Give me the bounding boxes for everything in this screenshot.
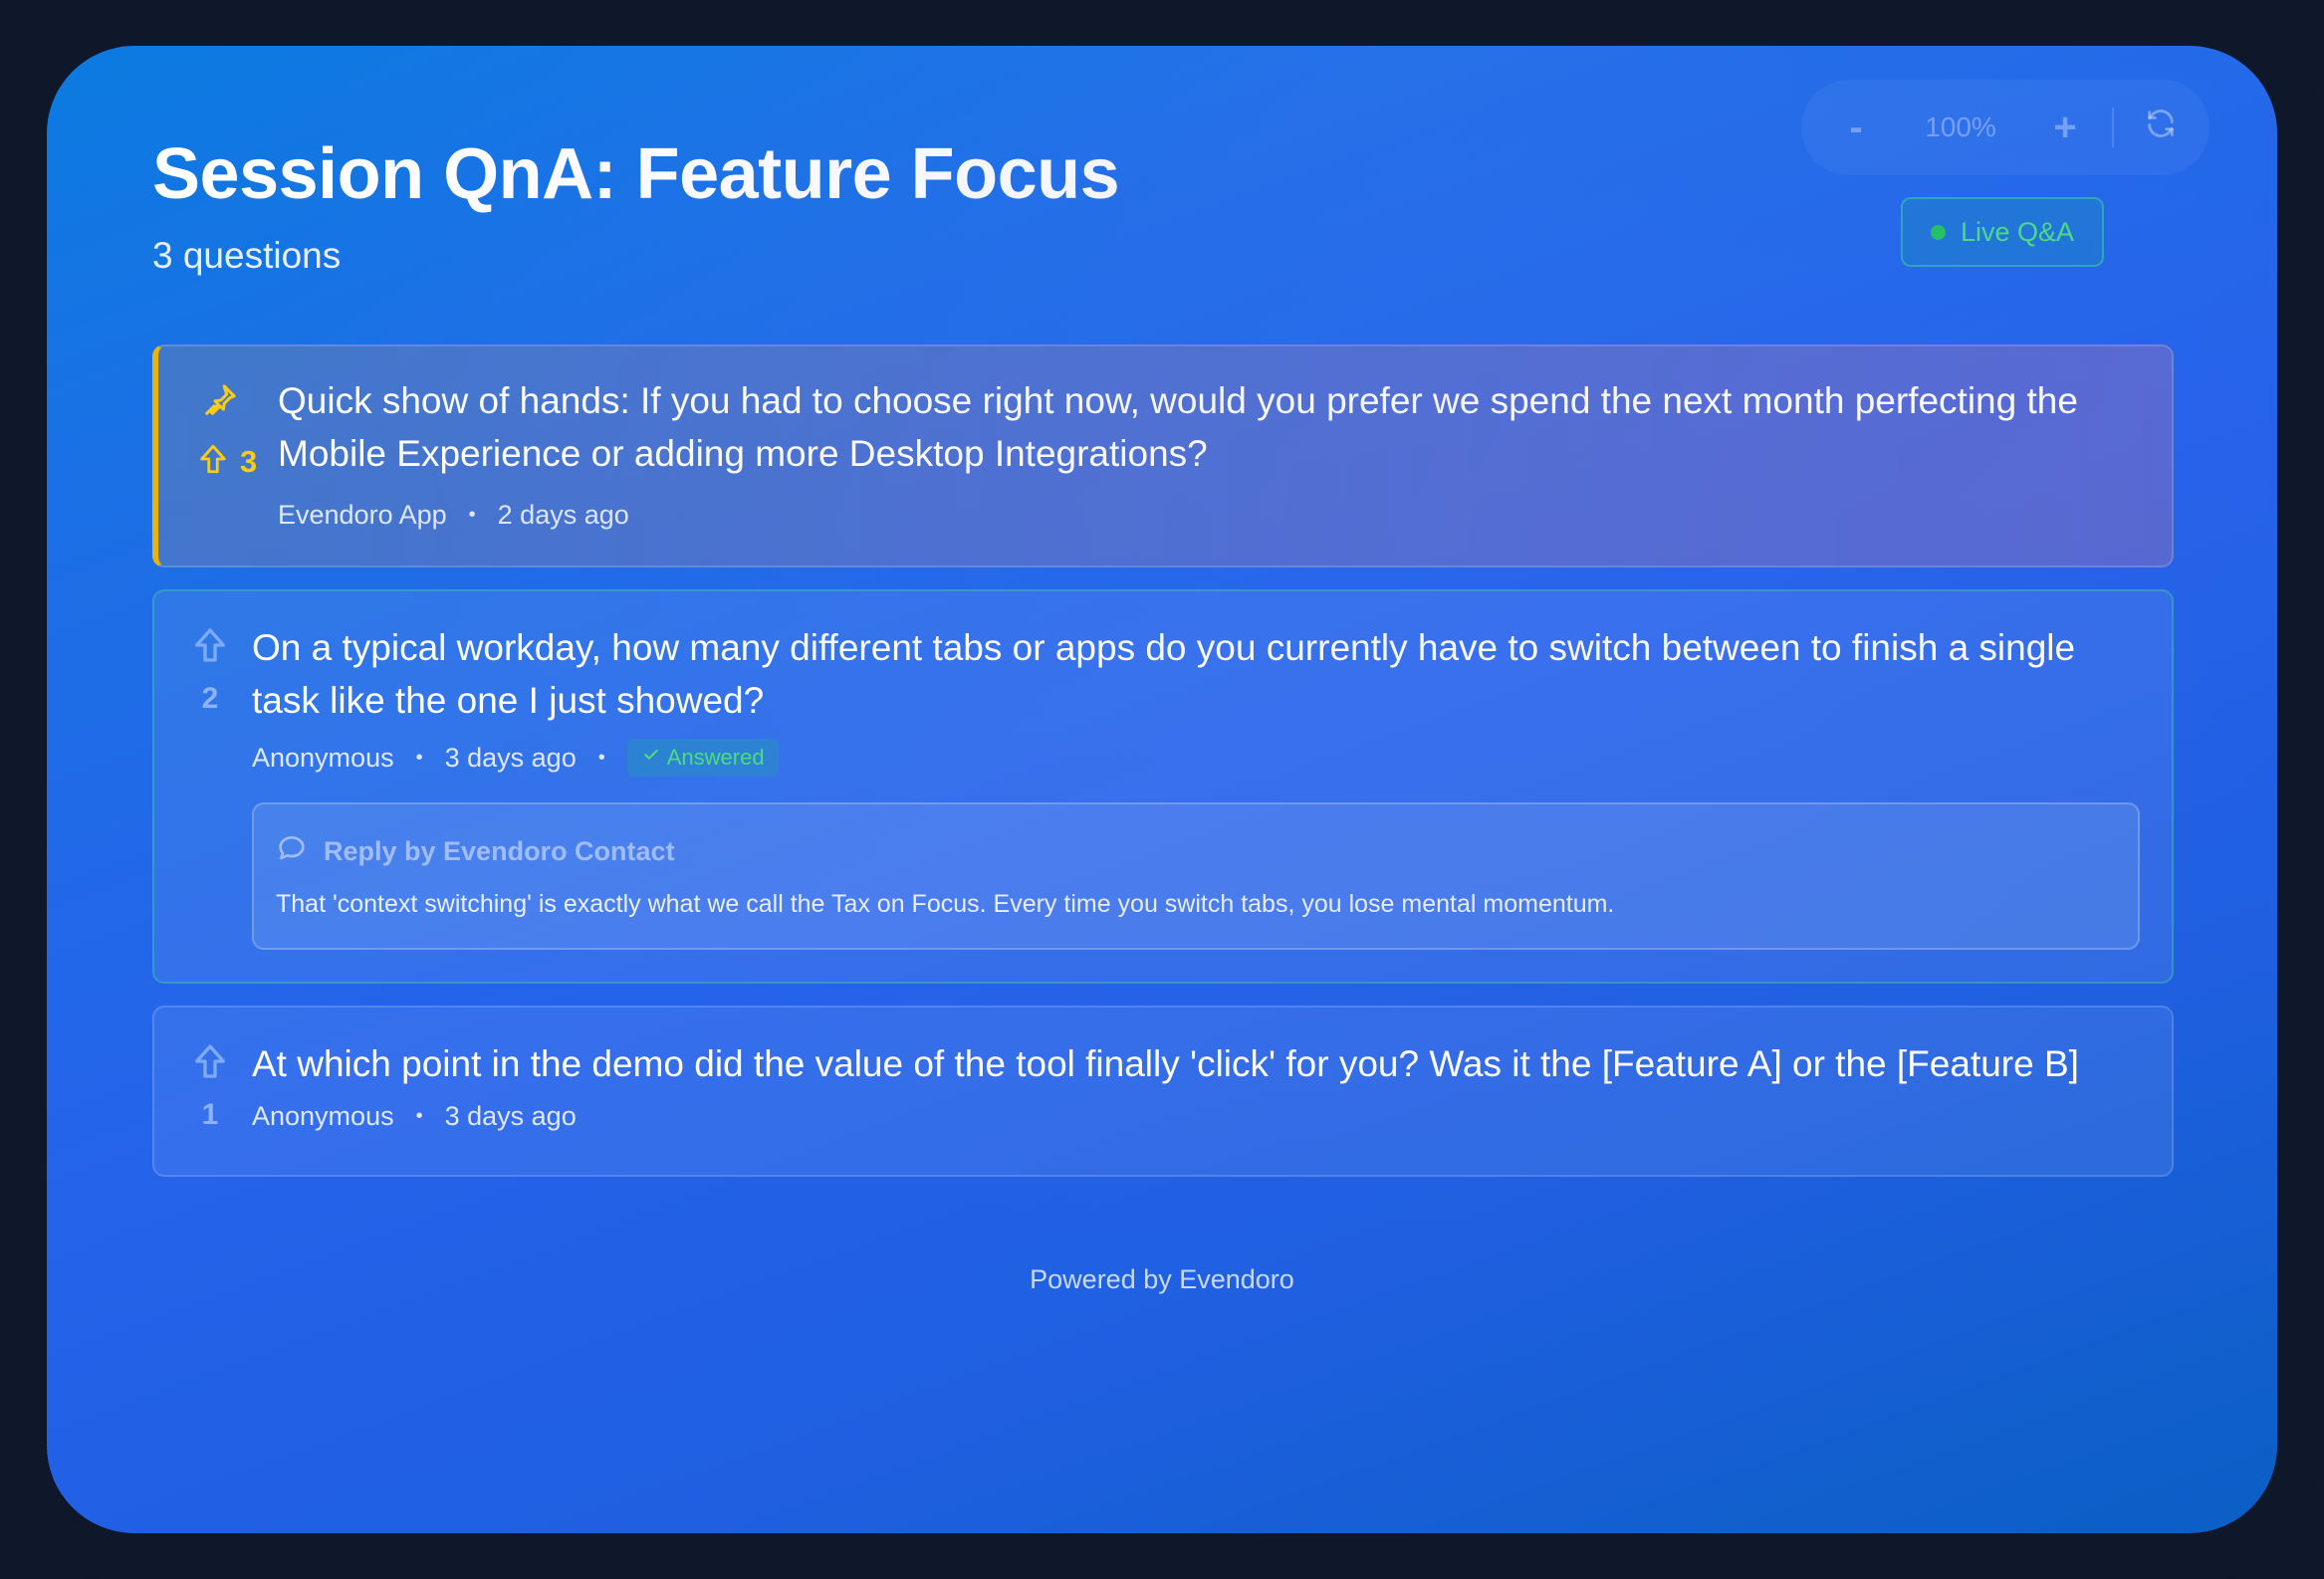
reply-box: Reply by Evendoro Contact That 'context …	[252, 802, 2140, 950]
zoom-out-button[interactable]: -	[1821, 93, 1891, 162]
upvote-arrow-icon	[190, 625, 230, 670]
upvote-button[interactable]: 2	[190, 625, 230, 716]
live-qa-badge: Live Q&A	[1901, 197, 2104, 267]
question-time: 3 days ago	[444, 742, 577, 773]
question-meta: Evendoro App • 2 days ago	[278, 500, 629, 531]
question-card-answered: 2 On a typical workday, how many differe…	[152, 589, 2174, 984]
meta-separator: •	[468, 504, 476, 526]
upvote-button[interactable]: 3	[196, 442, 257, 481]
zoom-level: 100%	[1925, 112, 1996, 142]
reply-text: That 'context switching' is exactly what…	[276, 890, 1615, 918]
question-card: 1 At which point in the demo did the val…	[152, 1006, 2174, 1177]
page-title: Session QnA: Feature Focus	[152, 134, 1120, 214]
question-meta: Anonymous • 3 days ago • Answered	[252, 739, 779, 777]
vote-count: 3	[240, 443, 258, 479]
question-text: Quick show of hands: If you had to choos…	[278, 380, 2078, 474]
zoom-reset-button[interactable]	[2126, 93, 2196, 162]
refresh-icon	[2144, 106, 2178, 150]
question-card-pinned: 3 Quick show of hands: If you had to cho…	[152, 344, 2174, 567]
device-frame: Session QnA: Feature Focus 3 questions -…	[0, 0, 2324, 1579]
question-count: 3 questions	[152, 235, 342, 276]
meta-separator: •	[415, 746, 423, 769]
question-text: On a typical workday, how many different…	[252, 627, 2076, 721]
question-text: At which point in the demo did the value…	[252, 1043, 2079, 1084]
live-status-dot	[1930, 224, 1946, 240]
powered-by-footer: Powered by Evendoro	[1030, 1264, 1294, 1294]
question-time: 3 days ago	[444, 1101, 577, 1131]
upvote-arrow-icon	[190, 1041, 230, 1086]
meta-separator: •	[597, 746, 605, 769]
answered-badge: Answered	[626, 739, 779, 777]
reply-heading-text: Reply by Evendoro Contact	[324, 836, 675, 866]
question-author: Anonymous	[252, 742, 394, 773]
live-qa-label: Live Q&A	[1960, 216, 2075, 247]
question-time: 2 days ago	[497, 500, 629, 530]
check-icon	[641, 745, 667, 771]
question-meta: Anonymous • 3 days ago	[252, 1101, 577, 1132]
question-author: Evendoro App	[278, 500, 447, 530]
zoom-controls: - 100% +	[1801, 80, 2209, 175]
meta-separator: •	[415, 1105, 423, 1127]
question-author: Anonymous	[252, 1101, 394, 1131]
reply-heading: Reply by Evendoro Contact	[276, 832, 675, 871]
pin-icon	[200, 380, 240, 425]
zoom-divider	[2112, 108, 2114, 147]
answered-label: Answered	[666, 745, 765, 770]
qna-screen: Session QnA: Feature Focus 3 questions -…	[47, 46, 2277, 1533]
upvote-button[interactable]: 1	[190, 1041, 230, 1132]
vote-count: 2	[201, 682, 219, 715]
zoom-in-button[interactable]: +	[2030, 93, 2100, 162]
upvote-arrow-icon	[196, 442, 230, 481]
chat-bubble-icon	[276, 832, 324, 871]
vote-count: 1	[201, 1098, 219, 1131]
